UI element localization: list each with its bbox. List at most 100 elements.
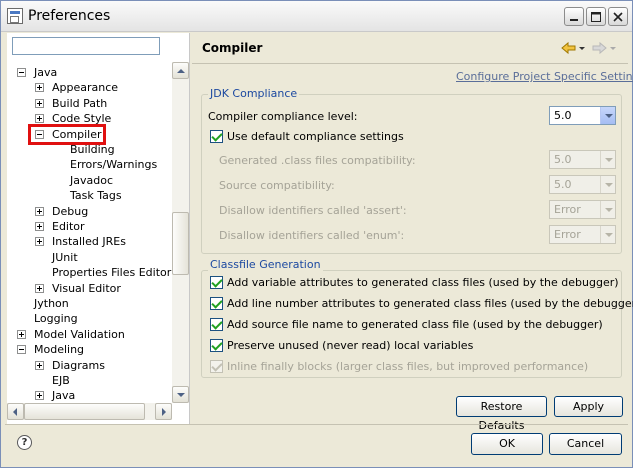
jdk-compliance-legend: JDK Compliance (208, 87, 300, 100)
tree-item-installed-jres[interactable]: Installed JREs (52, 234, 126, 249)
configure-project-settings-link[interactable]: Configure Project Specific Settings... (456, 70, 633, 83)
tree-item-javadoc[interactable]: Javadoc (70, 173, 113, 188)
jdk-setting-label: Disallow identifiers called 'assert': (219, 204, 407, 217)
classfile-option-checkbox[interactable] (210, 297, 223, 310)
expand-icon[interactable] (35, 114, 44, 124)
expand-icon[interactable] (35, 360, 44, 370)
back-arrow-icon (561, 41, 576, 55)
tree-item-java[interactable]: Java (52, 388, 75, 403)
chevron-up-icon (177, 69, 185, 73)
tree-item-ejb[interactable]: EJB (52, 373, 70, 388)
chevron-down-icon (600, 151, 615, 168)
jdk-setting-select: Error (549, 200, 616, 219)
chevron-left-icon (13, 408, 17, 416)
vertical-scroll-thumb[interactable] (172, 212, 189, 275)
tree-item-debug[interactable]: Debug (52, 204, 88, 219)
classfile-generation-legend: Classfile Generation (208, 258, 323, 271)
help-icon[interactable]: ? (17, 435, 32, 450)
expand-icon[interactable] (35, 83, 44, 93)
preferences-window: Preferences Java Appearance Build Path Code… (0, 0, 633, 468)
scroll-up-button[interactable] (172, 62, 189, 79)
tree-item-java[interactable]: Java (34, 65, 57, 80)
maximize-icon (591, 12, 601, 22)
footer-separator (5, 424, 628, 425)
chevron-right-icon (162, 408, 166, 416)
jdk-setting-value: 5.0 (554, 153, 572, 166)
compliance-level-select[interactable]: 5.0 (549, 106, 616, 125)
tree-item-diagrams[interactable]: Diagrams (52, 358, 105, 373)
classfile-option-checkbox[interactable] (210, 339, 223, 352)
chevron-down-icon (600, 226, 615, 243)
close-button[interactable] (608, 7, 628, 26)
jdk-setting-label: Generated .class files compatibility: (219, 154, 416, 167)
horizontal-scroll-thumb[interactable] (24, 403, 145, 420)
use-default-compliance-label: Use default compliance settings (227, 130, 404, 143)
cancel-button[interactable]: Cancel (549, 433, 622, 455)
close-icon (613, 12, 623, 22)
restore-defaults-button[interactable]: Restore Defaults (456, 396, 547, 432)
compliance-level-value: 5.0 (554, 109, 572, 122)
jdk-setting-value: Error (554, 228, 581, 241)
filter-input[interactable] (12, 37, 160, 55)
expand-icon[interactable] (35, 283, 44, 293)
classfile-option-label: Add line number attributes to generated … (227, 297, 633, 310)
classfile-option-label: Inline finally blocks (larger class file… (227, 360, 589, 373)
title-separator (192, 63, 628, 64)
collapse-icon[interactable] (17, 345, 26, 355)
jdk-setting-select: Error (549, 225, 616, 244)
jdk-setting-select: 5.0 (549, 175, 616, 194)
classfile-option-checkbox[interactable] (210, 276, 223, 289)
tree-item-modeling[interactable]: Modeling (34, 342, 84, 357)
jdk-setting-value: 5.0 (554, 178, 572, 191)
classfile-option-label: Preserve unused (never read) local varia… (227, 339, 474, 352)
apply-button[interactable]: Apply (554, 396, 623, 417)
window-title: Preferences (28, 8, 111, 24)
chevron-down-icon (177, 393, 185, 397)
jdk-setting-label: Disallow identifiers called 'enum': (219, 229, 405, 242)
tree-item-building[interactable]: Building (70, 142, 115, 157)
scroll-down-button[interactable] (172, 386, 189, 403)
forward-dropdown-icon (610, 47, 616, 50)
classfile-option-label: Add source file name to generated class … (227, 318, 603, 331)
expand-icon[interactable] (17, 329, 26, 339)
preferences-tree-pane: Java Appearance Build Path Code Style Compil… (7, 33, 190, 425)
tree-item-jython[interactable]: Jython (34, 296, 69, 311)
scroll-right-button[interactable] (155, 403, 172, 420)
expand-icon[interactable] (35, 98, 44, 108)
use-default-compliance-checkbox[interactable] (210, 130, 223, 143)
tree-item-appearance[interactable]: Appearance (52, 80, 118, 95)
tree-item-visual-editor[interactable]: Visual Editor (52, 281, 121, 296)
maximize-button[interactable] (586, 7, 606, 26)
jdk-setting-value: Error (554, 203, 581, 216)
scroll-left-button[interactable] (7, 403, 24, 420)
tree-item-errors-warnings[interactable]: Errors/Warnings (70, 157, 157, 172)
tree-item-properties-files-editor[interactable]: Properties Files Editor (52, 265, 171, 280)
expand-icon[interactable] (35, 206, 44, 216)
tree-item-task-tags[interactable]: Task Tags (70, 188, 122, 203)
minimize-icon (570, 19, 578, 21)
compiler-preference-page: Compiler Configure Project Specific Sett… (192, 33, 633, 432)
preferences-tree: Java Appearance Build Path Code Style Compil… (7, 62, 172, 403)
tree-item-logging[interactable]: Logging (34, 311, 78, 326)
forward-arrow-icon (592, 41, 607, 55)
chevron-down-icon (600, 201, 615, 218)
classfile-option-checkbox[interactable] (210, 318, 223, 331)
chevron-down-icon (600, 176, 615, 193)
back-forward-icons (561, 41, 616, 55)
tree-horizontal-scrollbar[interactable] (7, 403, 172, 420)
expand-icon[interactable] (35, 391, 44, 401)
minimize-button[interactable] (564, 7, 584, 26)
preferences-window-icon (7, 8, 23, 24)
tree-item-build-path[interactable]: Build Path (52, 96, 107, 111)
chevron-down-icon[interactable] (600, 107, 615, 124)
classfile-option-label: Add variable attributes to generated cla… (227, 276, 619, 289)
tree-vertical-scrollbar[interactable] (172, 62, 189, 403)
tree-item-model-validation[interactable]: Model Validation (34, 327, 125, 342)
expand-icon[interactable] (35, 237, 44, 247)
tree-item-junit[interactable]: JUnit (52, 250, 78, 265)
jdk-setting-select: 5.0 (549, 150, 616, 169)
expand-icon[interactable] (35, 222, 44, 231)
ok-button[interactable]: OK (471, 433, 543, 455)
tree-item-editor[interactable]: Editor (52, 219, 85, 234)
collapse-icon[interactable] (17, 68, 26, 77)
